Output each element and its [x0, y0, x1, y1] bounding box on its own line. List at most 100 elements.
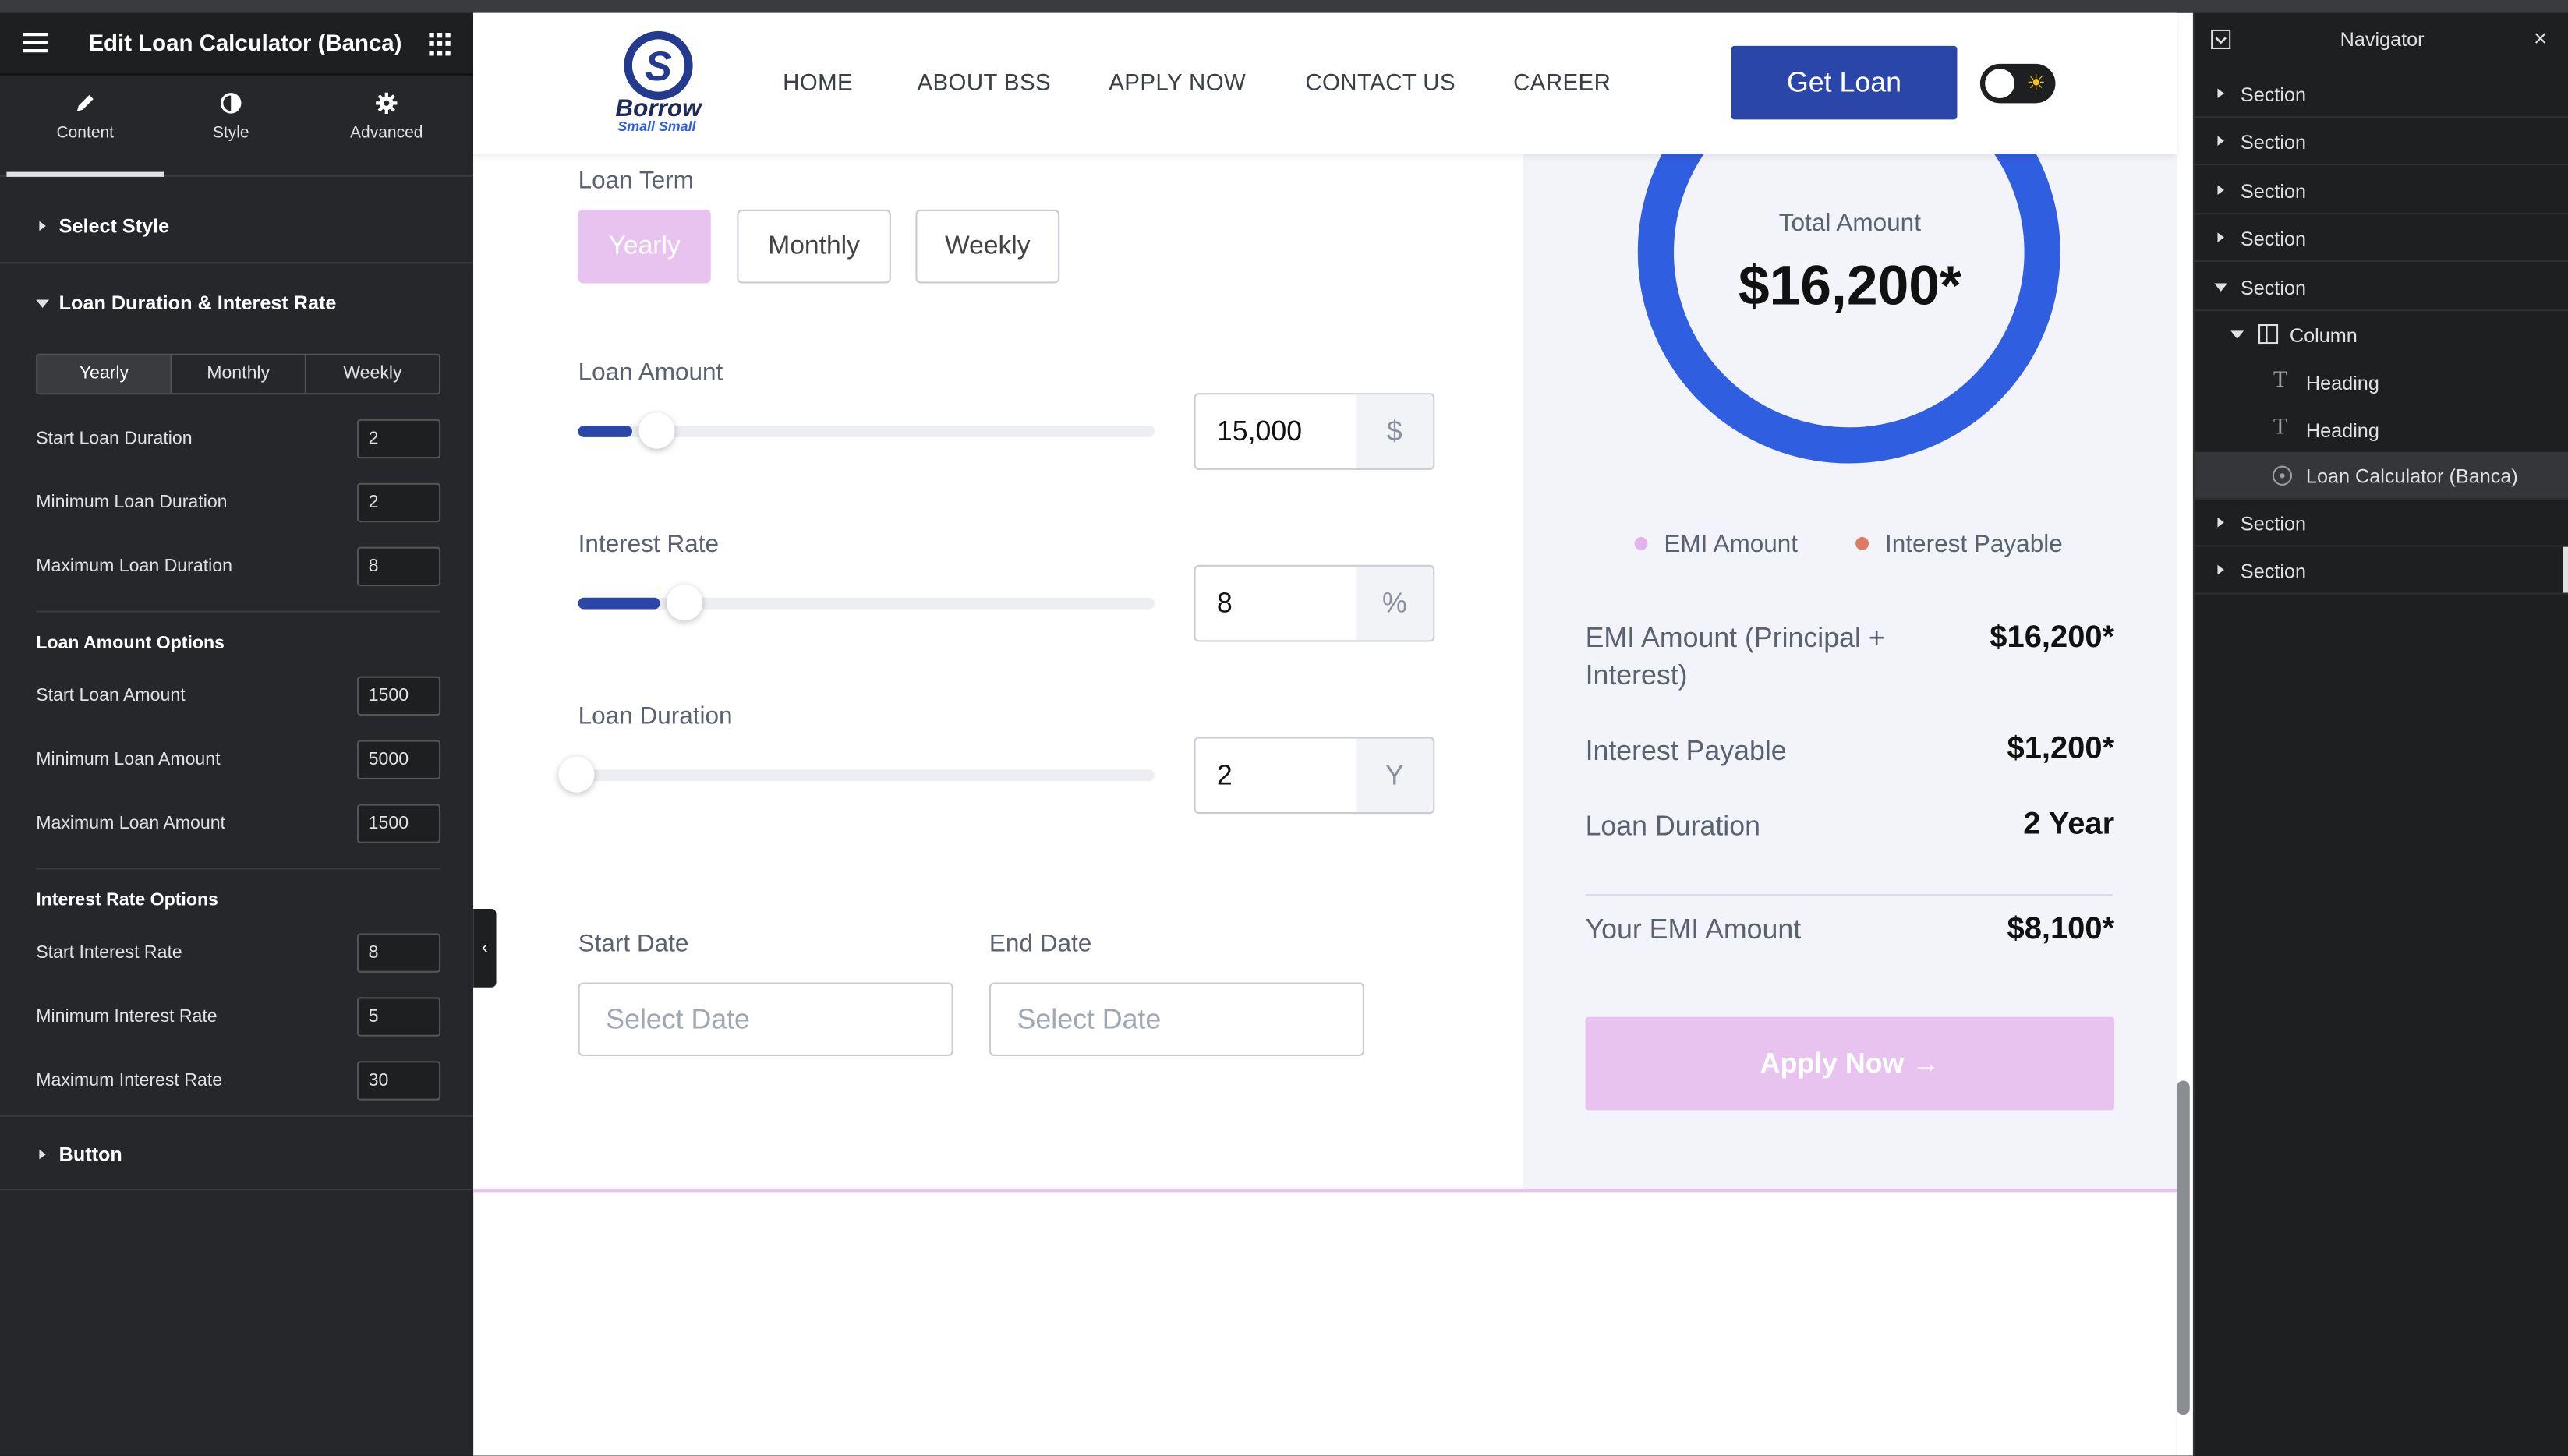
- section-label: Button: [58, 1143, 122, 1166]
- navigator-header: Navigator ×: [2195, 13, 2568, 65]
- loan-duration-value[interactable]: 2: [1217, 760, 1233, 793]
- scrollbar-thumb[interactable]: [2176, 1080, 2190, 1415]
- panel-header: Edit Loan Calculator (Banca): [0, 12, 474, 76]
- loan-duration-summary-value: 2 Year: [2023, 807, 2115, 842]
- max-loan-duration-input[interactable]: 8: [356, 546, 441, 587]
- nav-item-label: Section: [2240, 560, 2306, 583]
- nav-item-label: Section: [2240, 512, 2306, 535]
- column-icon: [2258, 323, 2279, 345]
- nav-item-heading[interactable]: T Heading: [2195, 406, 2568, 454]
- toggle-knob: [1985, 69, 2014, 99]
- field-label: Minimum Interest Rate: [36, 1006, 218, 1027]
- svg-text:S: S: [645, 44, 672, 90]
- tab-content[interactable]: Content: [6, 76, 164, 177]
- caret-down-icon: [36, 299, 50, 308]
- nav-item-loan-calculator[interactable]: Loan Calculator (Banca): [2195, 451, 2568, 500]
- your-emi-value: $8,100*: [2007, 912, 2115, 947]
- calculator-summary: Total Amount $16,200* EMI Amount Interes…: [1523, 12, 2177, 1189]
- loan-duration-slider[interactable]: [558, 756, 1155, 793]
- section-loan-duration[interactable]: Loan Duration & Interest Rate: [0, 265, 473, 341]
- section-button[interactable]: Button: [0, 1115, 474, 1191]
- nav-link-career[interactable]: CAREER: [1513, 69, 1611, 95]
- get-loan-button[interactable]: Get Loan: [1731, 45, 1958, 120]
- panel-title: Edit Loan Calculator (Banca): [88, 29, 402, 56]
- start-interest-rate-input[interactable]: 8: [356, 933, 441, 973]
- gear-icon: [376, 92, 398, 115]
- interest-payable-value: $1,200*: [2007, 732, 2115, 767]
- nav-item-heading[interactable]: T Heading: [2195, 359, 2568, 406]
- start-loan-amount-input[interactable]: 1500: [356, 676, 441, 716]
- legend-dot-interest: [1855, 537, 1869, 550]
- slider-thumb[interactable]: [667, 584, 703, 621]
- logo-text: Borrow: [615, 94, 703, 122]
- segment-weekly[interactable]: Weekly: [306, 355, 439, 393]
- legend-label: EMI Amount: [1664, 530, 1799, 559]
- min-interest-rate-input[interactable]: 5: [356, 997, 441, 1037]
- nav-item-section[interactable]: Section: [2195, 547, 2568, 595]
- interest-rate-label: Interest Rate: [578, 530, 720, 559]
- segment-yearly[interactable]: Yearly: [37, 355, 172, 394]
- term-yearly-button[interactable]: Yearly: [578, 209, 711, 284]
- term-weekly-button[interactable]: Weekly: [915, 209, 1060, 284]
- interest-rate-field[interactable]: 8 %: [1194, 564, 1435, 642]
- segment-monthly[interactable]: Monthly: [172, 355, 306, 394]
- contrast-icon: [220, 93, 242, 114]
- section-select-style[interactable]: Select Style: [0, 189, 474, 264]
- legend-dot-emi: [1634, 537, 1648, 550]
- nav-item-section[interactable]: Section: [2195, 500, 2568, 547]
- caret-right-icon: [2217, 185, 2224, 195]
- nav-item-label: Loan Calculator (Banca): [2305, 465, 2518, 489]
- field-label: Maximum Loan Amount: [36, 814, 225, 834]
- loan-amount-value[interactable]: 15,000: [1217, 416, 1302, 449]
- heading-icon: T: [2273, 368, 2287, 394]
- widgets-grid-icon[interactable]: [429, 33, 451, 55]
- nav-item-section[interactable]: Section: [2195, 70, 2568, 118]
- min-loan-duration-input[interactable]: 2: [356, 482, 441, 523]
- start-loan-duration-input[interactable]: 2: [356, 419, 441, 459]
- collapse-panel-button[interactable]: ‹: [473, 908, 497, 988]
- interest-rate-value[interactable]: 8: [1217, 588, 1233, 620]
- loan-duration-field[interactable]: 2 Y: [1194, 737, 1435, 815]
- borrow-small-small-logo[interactable]: S Borrow Small Small: [607, 30, 709, 134]
- legend-label: Interest Payable: [1885, 530, 2063, 559]
- max-interest-rate-input[interactable]: 30: [356, 1061, 441, 1101]
- legend-interest: Interest Payable: [1855, 530, 2063, 559]
- theme-toggle[interactable]: ☀: [1979, 63, 2056, 104]
- close-icon[interactable]: ×: [2534, 25, 2547, 51]
- nav-link-about[interactable]: ABOUT BSS: [917, 69, 1051, 95]
- group-title: Interest Rate Options: [36, 890, 218, 911]
- term-monthly-button[interactable]: Monthly: [737, 209, 891, 284]
- nav-link-home[interactable]: HOME: [783, 69, 853, 95]
- nav-link-contact[interactable]: CONTACT US: [1305, 69, 1456, 95]
- nav-link-apply[interactable]: APPLY NOW: [1109, 69, 1246, 95]
- slider-thumb[interactable]: [558, 756, 595, 793]
- loan-amount-slider[interactable]: [578, 412, 1155, 449]
- caret-right-icon: [2217, 517, 2224, 528]
- field-label: Start Loan Duration: [36, 429, 193, 449]
- nav-item-section-expanded[interactable]: Section: [2195, 263, 2568, 312]
- hamburger-menu-icon[interactable]: [23, 33, 48, 54]
- apply-now-button[interactable]: Apply Now →: [1585, 1016, 2115, 1111]
- nav-item-column[interactable]: Column: [2195, 311, 2568, 359]
- tab-advanced[interactable]: Advanced: [308, 76, 465, 177]
- interest-rate-slider[interactable]: [578, 584, 1155, 621]
- nav-item-section[interactable]: Section: [2195, 118, 2568, 166]
- max-loan-amount-input[interactable]: 1500: [356, 804, 441, 843]
- group-title: Loan Amount Options: [36, 634, 225, 654]
- field-label: Start Loan Amount: [36, 686, 186, 706]
- loan-amount-field[interactable]: 15,000 $: [1194, 393, 1435, 470]
- nav-item-label: Column: [2289, 323, 2358, 348]
- nav-item-section[interactable]: Section: [2195, 214, 2568, 263]
- min-loan-amount-input[interactable]: 5000: [356, 740, 441, 779]
- resize-handle[interactable]: [2563, 546, 2568, 593]
- end-date-input[interactable]: Select Date: [989, 982, 1364, 1057]
- slider-thumb[interactable]: [638, 412, 675, 449]
- dollar-unit: $: [1356, 394, 1434, 468]
- tab-style[interactable]: Style: [152, 76, 310, 177]
- canvas-scrollbar[interactable]: [2176, 12, 2193, 1456]
- section-border-highlight: [473, 1189, 2177, 1193]
- nav-item-label: Section: [2240, 180, 2306, 203]
- nav-item-section[interactable]: Section: [2195, 167, 2568, 215]
- start-date-input[interactable]: Select Date: [578, 982, 953, 1057]
- navigator-title: Navigator: [2340, 27, 2425, 51]
